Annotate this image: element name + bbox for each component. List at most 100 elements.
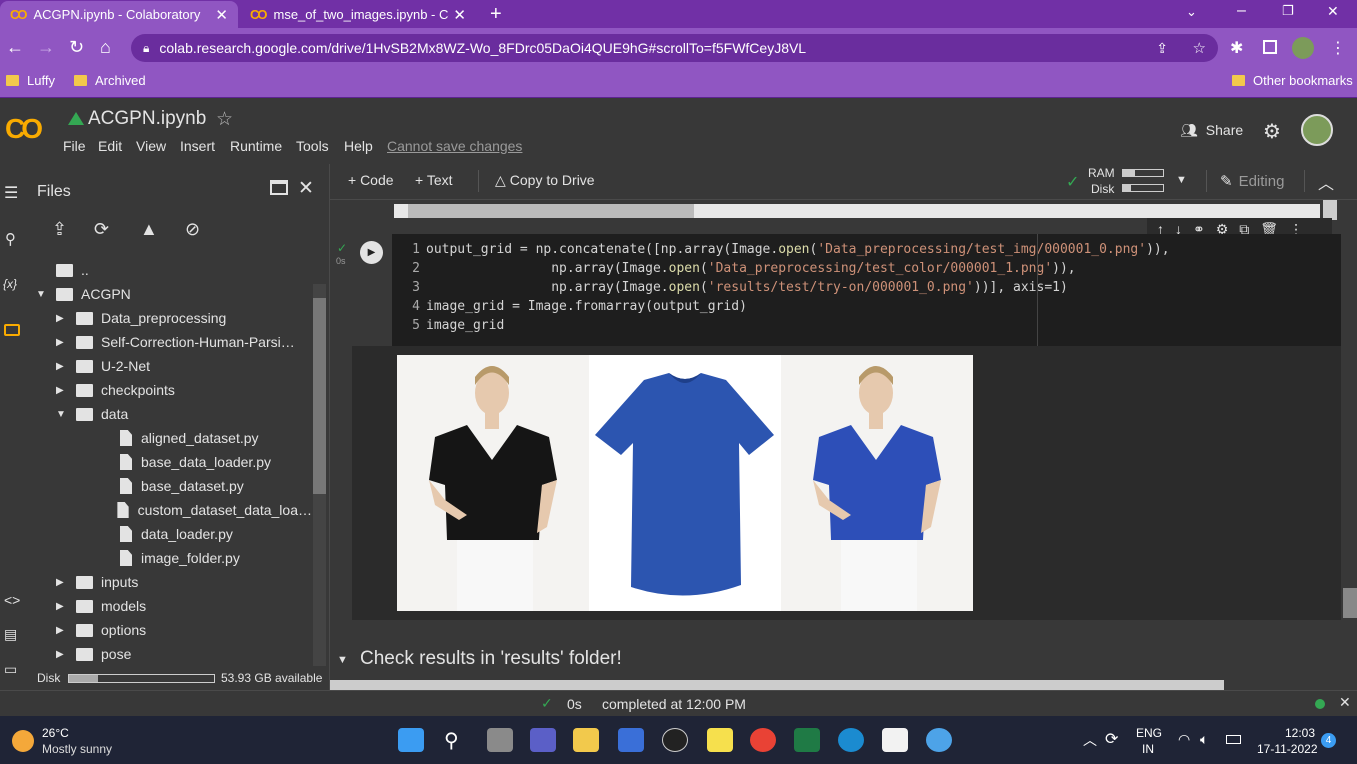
editing-button[interactable]: ✎ Editing bbox=[1220, 172, 1284, 190]
menu-tools[interactable]: Tools bbox=[296, 138, 329, 154]
teams-chat-icon[interactable] bbox=[530, 728, 556, 752]
tray-chevron-icon[interactable]: ︿ bbox=[1083, 730, 1097, 750]
chevron-right-icon[interactable]: ▶ bbox=[56, 601, 68, 612]
profile-avatar[interactable] bbox=[1292, 37, 1314, 59]
tab-search-icon[interactable]: ⌄ bbox=[1186, 4, 1197, 20]
sidepanel-icon[interactable] bbox=[1263, 40, 1277, 54]
vpn-icon[interactable] bbox=[926, 728, 952, 752]
task-view-icon[interactable] bbox=[487, 728, 513, 752]
file-tree-folder[interactable]: ▶ Self-Correction-Human-Parsi… bbox=[36, 330, 312, 354]
add-code-button[interactable]: + Code bbox=[348, 172, 394, 188]
menu-view[interactable]: View bbox=[136, 138, 166, 154]
menu-edit[interactable]: Edit bbox=[98, 138, 122, 154]
file-tree-folder[interactable]: ▶ Data_preprocessing bbox=[36, 306, 312, 330]
language-in[interactable]: IN bbox=[1142, 742, 1154, 756]
file-tree-folder[interactable]: ▶ inputs bbox=[36, 570, 312, 594]
bookmark-luffy[interactable]: Luffy bbox=[6, 73, 55, 88]
language-eng[interactable]: ENG bbox=[1136, 726, 1162, 740]
file-tree-folder[interactable]: ▶ U-2-Net bbox=[36, 354, 312, 378]
tab-acgpn[interactable]: CO ACGPN.ipynb - Colaboratory ✕ bbox=[0, 1, 238, 28]
bookmark-archived[interactable]: Archived bbox=[74, 73, 146, 88]
file-tree-folder[interactable]: ▶ pose bbox=[36, 642, 312, 666]
file-tree-folder[interactable]: ▶ models bbox=[36, 594, 312, 618]
settings-gear-icon[interactable]: ⚙ bbox=[1263, 119, 1281, 144]
bottom-scrollbar[interactable] bbox=[330, 680, 1224, 690]
snipping-tool-icon[interactable] bbox=[882, 728, 908, 752]
chevron-right-icon[interactable]: ▶ bbox=[56, 577, 68, 588]
menu-file[interactable]: File bbox=[63, 138, 86, 154]
reload-icon[interactable]: ↻ bbox=[69, 37, 84, 58]
chevron-right-icon[interactable]: ▶ bbox=[56, 649, 68, 660]
close-panel-icon[interactable]: ✕ bbox=[298, 177, 314, 200]
dell-icon[interactable] bbox=[662, 728, 688, 752]
hide-files-icon[interactable]: ⊘ bbox=[185, 219, 200, 240]
file-tree-file[interactable]: image_folder.py bbox=[36, 546, 312, 570]
upload-icon[interactable]: ⇪ bbox=[52, 219, 67, 240]
weather-icon[interactable] bbox=[12, 730, 34, 752]
file-explorer-icon[interactable] bbox=[573, 728, 599, 752]
chevron-right-icon[interactable]: ▶ bbox=[56, 625, 68, 636]
close-status-icon[interactable]: ✕ bbox=[1339, 694, 1351, 711]
weather-temp[interactable]: 26°C bbox=[42, 726, 69, 740]
page-scrollbar-thumb[interactable] bbox=[1343, 588, 1357, 618]
chevron-down-icon[interactable]: ▼ bbox=[36, 289, 48, 300]
code-snippets-icon[interactable]: <> bbox=[4, 592, 20, 608]
collapse-header-icon[interactable]: ︿ bbox=[1318, 170, 1334, 194]
chrome-icon[interactable] bbox=[750, 728, 776, 752]
sidebar-scrollbar[interactable] bbox=[313, 284, 326, 666]
close-tab-icon[interactable]: ✕ bbox=[215, 6, 228, 24]
chevron-right-icon[interactable]: ▶ bbox=[56, 361, 68, 372]
collapse-section-icon[interactable]: ▼ bbox=[337, 654, 348, 666]
menu-help[interactable]: Help bbox=[344, 138, 373, 154]
horizontal-scrollbar[interactable] bbox=[394, 204, 1320, 218]
terminal-icon[interactable]: ▭ bbox=[4, 661, 17, 678]
file-tree-file[interactable]: base_data_loader.py bbox=[36, 450, 312, 474]
excel-icon[interactable] bbox=[794, 728, 820, 752]
disk-meter[interactable] bbox=[1122, 184, 1164, 192]
file-tree-folder[interactable]: ▶ checkpoints bbox=[36, 378, 312, 402]
menu-insert[interactable]: Insert bbox=[180, 138, 215, 154]
other-bookmarks[interactable]: Other bookmarks bbox=[1232, 73, 1353, 88]
notebook-title[interactable]: ACGPN.ipynb bbox=[88, 108, 206, 130]
file-tree-folder[interactable]: ▶ options bbox=[36, 618, 312, 642]
mount-drive-icon[interactable]: ▲ bbox=[140, 219, 158, 240]
bookmark-star-icon[interactable]: ☆ bbox=[1193, 39, 1206, 57]
sticky-notes-icon[interactable] bbox=[707, 728, 733, 752]
copy-to-drive-button[interactable]: △ Copy to Drive bbox=[495, 172, 595, 189]
cannot-save-link[interactable]: Cannot save changes bbox=[387, 138, 522, 154]
share-button[interactable]: 👥︎ Share bbox=[1180, 122, 1243, 139]
command-palette-icon[interactable]: ▤ bbox=[4, 626, 17, 643]
file-tree-file[interactable]: data_loader.py bbox=[36, 522, 312, 546]
restore-icon[interactable]: ❐ bbox=[1282, 3, 1294, 19]
new-tab-icon[interactable]: + bbox=[490, 3, 502, 26]
close-window-icon[interactable]: ✕ bbox=[1327, 3, 1339, 20]
colab-logo[interactable]: CO bbox=[5, 113, 43, 145]
minimize-icon[interactable]: – bbox=[1237, 2, 1246, 20]
tab-mse[interactable]: CO mse_of_two_images.ipynb - Cola ✕ bbox=[240, 1, 476, 28]
menu-runtime[interactable]: Runtime bbox=[230, 138, 282, 154]
star-icon[interactable]: ☆ bbox=[216, 108, 233, 131]
run-cell-button[interactable]: ▶ bbox=[360, 241, 383, 264]
wifi-icon[interactable]: ◠ bbox=[1178, 731, 1190, 748]
share-page-icon[interactable]: ⇪ bbox=[1156, 40, 1168, 57]
edge-icon[interactable] bbox=[838, 728, 864, 752]
close-tab-icon[interactable]: ✕ bbox=[453, 6, 466, 24]
weather-desc[interactable]: Mostly sunny bbox=[42, 742, 112, 756]
ram-meter[interactable] bbox=[1122, 169, 1164, 177]
chevron-right-icon[interactable]: ▶ bbox=[56, 337, 68, 348]
clock-date[interactable]: 17-11-2022 bbox=[1257, 742, 1318, 756]
search-icon[interactable]: ⚲ bbox=[5, 230, 16, 248]
code-editor[interactable]: 1 output_grid = np.concatenate([np.array(… bbox=[392, 234, 1341, 346]
open-tab-icon[interactable] bbox=[270, 180, 288, 195]
taskbar-search-icon[interactable]: ⚲ bbox=[444, 728, 459, 753]
windows-start-icon[interactable] bbox=[398, 728, 424, 752]
refresh-folder-icon[interactable]: ⟳ bbox=[94, 219, 109, 240]
back-icon[interactable]: ← bbox=[6, 37, 24, 58]
battery-icon[interactable] bbox=[1226, 735, 1241, 744]
home-icon[interactable]: ⌂ bbox=[100, 37, 111, 58]
resources-dropdown-icon[interactable]: ▼ bbox=[1176, 174, 1187, 186]
chevron-right-icon[interactable]: ▶ bbox=[56, 385, 68, 396]
chevron-right-icon[interactable]: ▶ bbox=[56, 313, 68, 324]
chrome-menu-icon[interactable]: ⋮ bbox=[1330, 38, 1346, 58]
notification-badge[interactable]: 4 bbox=[1321, 733, 1336, 748]
